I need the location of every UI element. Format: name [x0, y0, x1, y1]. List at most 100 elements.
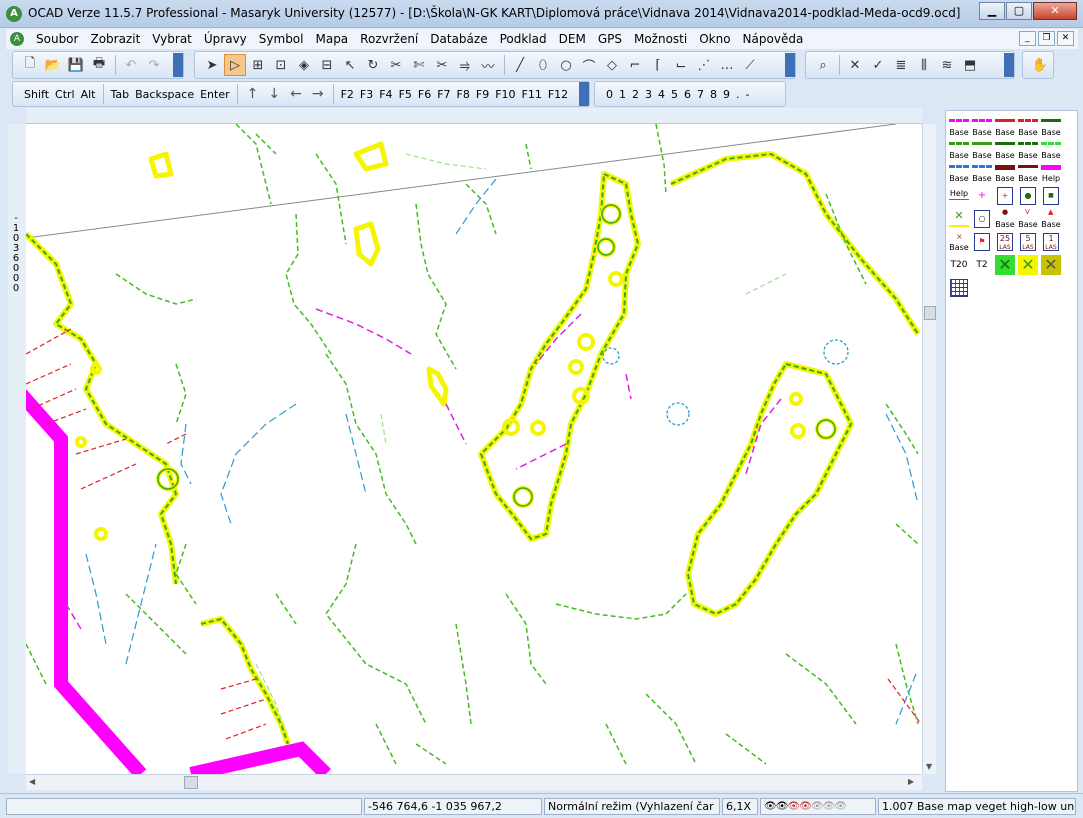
- key-f11[interactable]: F11: [519, 88, 545, 101]
- layers-icon[interactable]: ≋: [936, 54, 958, 76]
- symbol-box-circle[interactable]: ○: [971, 208, 993, 231]
- rectangular-icon[interactable]: ⌐: [624, 54, 646, 76]
- key-enter[interactable]: Enter: [197, 88, 233, 101]
- minimize-button[interactable]: ▁: [979, 2, 1005, 20]
- symbol-las-5[interactable]: 5 LAS: [1017, 231, 1039, 254]
- symbol-las-25[interactable]: 25 LAS: [994, 231, 1016, 254]
- eye-dim-icon[interactable]: 👁: [823, 801, 836, 812]
- cut-icon[interactable]: ✂: [385, 54, 407, 76]
- add-point-icon[interactable]: ⊡: [270, 54, 292, 76]
- symbol-base-17[interactable]: ▲ Base: [1040, 208, 1062, 231]
- symbol-text-t2[interactable]: T2: [971, 254, 993, 277]
- key-6[interactable]: 6: [681, 88, 694, 101]
- print-icon[interactable]: 🖶: [88, 54, 110, 76]
- key-7[interactable]: 7: [694, 88, 707, 101]
- symbol-base-12[interactable]: Base: [971, 162, 993, 185]
- move-point-icon[interactable]: ⊞: [247, 54, 269, 76]
- dashed-line-icon[interactable]: ⋰: [693, 54, 715, 76]
- key-f6[interactable]: F6: [415, 88, 434, 101]
- key-4[interactable]: 4: [655, 88, 668, 101]
- key-5[interactable]: 5: [668, 88, 681, 101]
- scroll-left-icon[interactable]: ◀: [29, 777, 35, 786]
- menu-symbol[interactable]: Symbol: [253, 32, 310, 46]
- symbol-green-x[interactable]: ✕: [948, 208, 970, 231]
- vertical-scrollbar[interactable]: ▼: [922, 124, 936, 774]
- merge-icon[interactable]: ⥤: [454, 54, 476, 76]
- select-arrow-icon[interactable]: ➤: [201, 54, 223, 76]
- symbol-box-small-dot[interactable]: ■: [1040, 185, 1062, 208]
- key-f5[interactable]: F5: [396, 88, 415, 101]
- toolbar-overflow-button[interactable]: [579, 82, 589, 106]
- symbol-base-3[interactable]: Base: [994, 116, 1016, 139]
- maximize-button[interactable]: ▢: [1006, 2, 1032, 20]
- symbol-base-15[interactable]: ● Base: [994, 208, 1016, 231]
- toolbar-overflow-button[interactable]: [1004, 53, 1014, 77]
- symbol-cross-magenta[interactable]: +: [971, 185, 993, 208]
- symbol-base-5[interactable]: Base: [1040, 116, 1062, 139]
- dots-icon[interactable]: …: [716, 54, 738, 76]
- line-tool-icon[interactable]: ⟋: [739, 54, 761, 76]
- menu-rozvrzeni[interactable]: Rozvržení: [354, 32, 424, 46]
- smooth-icon[interactable]: 〰: [477, 54, 499, 76]
- cut-area-icon[interactable]: ✂: [431, 54, 453, 76]
- menu-upravy[interactable]: Úpravy: [198, 32, 253, 46]
- curve-icon[interactable]: ⌒: [578, 54, 600, 76]
- cut-hole-icon[interactable]: ✄: [408, 54, 430, 76]
- eye-hidden-icon[interactable]: 👁: [799, 801, 812, 812]
- key-tab[interactable]: Tab: [108, 88, 133, 101]
- key-alt[interactable]: Alt: [78, 88, 99, 101]
- hand-pan-icon[interactable]: ✋: [1029, 54, 1051, 76]
- straight-line-icon[interactable]: ╱: [509, 54, 531, 76]
- stair-icon[interactable]: ⌈: [647, 54, 669, 76]
- symbol-base-18[interactable]: × Base: [948, 231, 970, 254]
- document-icon[interactable]: A: [10, 32, 24, 46]
- doc-minimize-button[interactable]: _: [1019, 31, 1036, 46]
- map-canvas[interactable]: [26, 124, 922, 774]
- open-folder-icon[interactable]: 📂: [42, 54, 64, 76]
- bars-icon[interactable]: ⫼: [913, 54, 935, 76]
- key-minus[interactable]: -: [743, 88, 753, 101]
- key-1[interactable]: 1: [616, 88, 629, 101]
- symbol-base-14[interactable]: Base: [1017, 162, 1039, 185]
- symbol-las-1[interactable]: 1 LAS: [1040, 231, 1062, 254]
- horizontal-scroll-thumb[interactable]: [184, 776, 198, 789]
- key-f10[interactable]: F10: [492, 88, 518, 101]
- toolbar-overflow-button[interactable]: [173, 53, 183, 77]
- arrow-up-icon[interactable]: ↑: [242, 86, 264, 102]
- key-f2[interactable]: F2: [338, 88, 357, 101]
- key-9[interactable]: 9: [720, 88, 733, 101]
- menu-mapa[interactable]: Mapa: [309, 32, 354, 46]
- symbol-base-6[interactable]: Base: [948, 139, 970, 162]
- cross-icon[interactable]: ✕: [844, 54, 866, 76]
- symbol-area-yellow-x[interactable]: ✕: [1017, 254, 1039, 277]
- symbol-box-green-dot[interactable]: ●: [1017, 185, 1039, 208]
- symbol-base-4[interactable]: Base: [1017, 116, 1039, 139]
- menu-zobrazit[interactable]: Zobrazit: [84, 32, 146, 46]
- symbol-base-1[interactable]: Base: [948, 116, 970, 139]
- arrow-left-icon[interactable]: ←: [285, 86, 307, 102]
- eye-icon[interactable]: 👁: [776, 801, 789, 812]
- redo-icon[interactable]: ↷: [143, 54, 165, 76]
- symbol-area-green-x[interactable]: ✕: [994, 254, 1016, 277]
- key-f12[interactable]: F12: [545, 88, 571, 101]
- symbol-text-t20[interactable]: T20: [948, 254, 970, 277]
- ellipse-icon[interactable]: ⬯: [532, 54, 554, 76]
- doc-restore-button[interactable]: ❐: [1038, 31, 1055, 46]
- symbol-base-16[interactable]: V Base: [1017, 208, 1039, 231]
- symbol-area-olive-x[interactable]: ✕: [1040, 254, 1062, 277]
- menu-okno[interactable]: Okno: [693, 32, 736, 46]
- menu-soubor[interactable]: Soubor: [30, 32, 84, 46]
- symbol-base-9[interactable]: Base: [1017, 139, 1039, 162]
- key-ctrl[interactable]: Ctrl: [52, 88, 78, 101]
- eye-dim-icon[interactable]: 👁: [811, 801, 824, 812]
- key-dot[interactable]: .: [733, 88, 743, 101]
- arrow-right-icon[interactable]: →: [307, 86, 329, 102]
- numeric-icon[interactable]: ⌙: [670, 54, 692, 76]
- save-icon[interactable]: 💾: [65, 54, 87, 76]
- menu-gps[interactable]: GPS: [592, 32, 628, 46]
- status-view-icons[interactable]: 👁👁👁👁👁👁👁: [760, 798, 876, 815]
- key-f9[interactable]: F9: [473, 88, 492, 101]
- new-file-icon[interactable]: 🗋: [19, 54, 41, 76]
- symbol-grid-area[interactable]: [948, 277, 970, 300]
- horizontal-scrollbar[interactable]: ◀ ▶: [26, 774, 922, 790]
